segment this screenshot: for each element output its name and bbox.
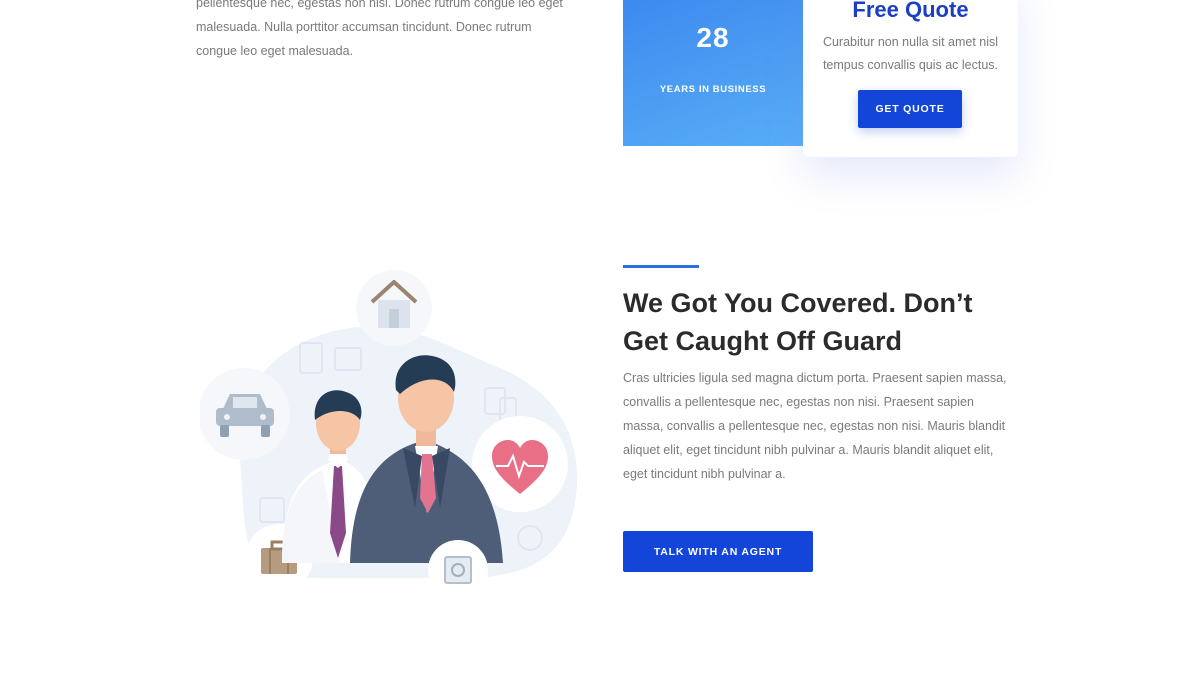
section-headline: We Got You Covered. Don’t Get Caught Off… [623, 288, 973, 356]
stats-label: YEARS IN BUSINESS [659, 84, 767, 95]
stats-card: 28 YEARS IN BUSINESS [623, 0, 803, 146]
insurance-illustration-svg [198, 270, 578, 600]
quote-title: Free Quote [852, 0, 969, 22]
stats-number: 28 [696, 22, 730, 53]
section-body-text: Cras ultricies ligula sed magna dictum p… [623, 371, 1007, 481]
intro-paragraph: pellentesque nec, egestas non nisi. Done… [196, 0, 563, 58]
safe-icon [428, 540, 488, 600]
quote-text: Curabitur non nulla sit amet nisl tempus… [822, 35, 999, 72]
section-accent-line [623, 265, 699, 268]
quote-card: Free Quote Curabitur non nulla sit amet … [803, 0, 1018, 157]
insurance-illustration [198, 268, 600, 608]
get-quote-button[interactable]: GET QUOTE [858, 90, 962, 128]
car-icon [198, 368, 290, 460]
house-icon [356, 270, 432, 346]
talk-with-agent-button[interactable]: TALK WITH AN AGENT [623, 531, 813, 572]
